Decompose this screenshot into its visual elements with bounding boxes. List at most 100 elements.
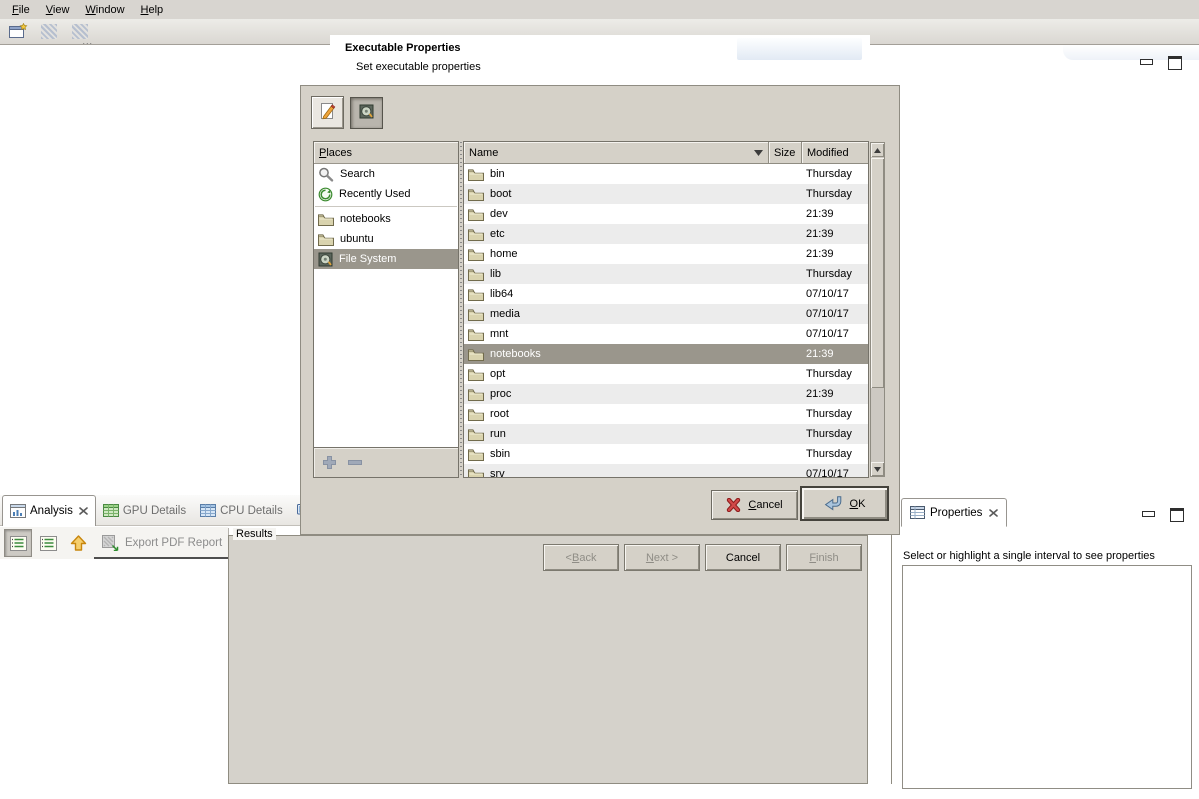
cancel-button[interactable]: Cancel bbox=[711, 490, 798, 520]
pane-resize-grip[interactable] bbox=[460, 142, 462, 476]
gpu-table-icon bbox=[103, 504, 119, 517]
file-row-mnt[interactable]: mnt07/10/17 bbox=[464, 324, 868, 344]
properties-message: Select or highlight a single interval to… bbox=[903, 550, 1155, 562]
close-icon[interactable] bbox=[79, 507, 88, 515]
up-arrow-icon bbox=[70, 535, 87, 551]
list-icon bbox=[10, 536, 27, 551]
file-row-bin[interactable]: binThursday bbox=[464, 164, 868, 184]
minimize-icon[interactable] bbox=[1140, 59, 1153, 65]
new-session-button[interactable] bbox=[6, 21, 30, 43]
scrollbar[interactable] bbox=[870, 142, 885, 477]
place-item-search[interactable]: Search bbox=[314, 164, 458, 184]
tab-properties[interactable]: Properties bbox=[901, 498, 1007, 527]
file-row-home[interactable]: home21:39 bbox=[464, 244, 868, 264]
dropdown-dots-icon: ... bbox=[82, 36, 93, 46]
file-modified-cell: Thursday bbox=[802, 188, 868, 200]
column-header-modified[interactable]: Modified bbox=[802, 142, 868, 164]
disabled-dropdown-tool-button[interactable]: ... bbox=[68, 21, 92, 43]
folder-icon bbox=[468, 268, 484, 281]
place-item-file-system[interactable]: File System bbox=[314, 249, 458, 269]
maximize-icon[interactable] bbox=[1168, 56, 1182, 70]
promote-button[interactable] bbox=[64, 529, 92, 557]
folder-icon bbox=[468, 308, 484, 321]
menu-view[interactable]: View bbox=[38, 2, 78, 18]
place-item-ubuntu[interactable]: ubuntu bbox=[314, 229, 458, 249]
file-name-cell: root bbox=[464, 408, 769, 421]
list-view-button-2[interactable] bbox=[34, 529, 62, 557]
view-sash[interactable] bbox=[891, 535, 892, 784]
properties-table-icon bbox=[910, 506, 925, 519]
wizard-subtitle: Set executable properties bbox=[356, 61, 481, 73]
cancel-button[interactable]: Cancel bbox=[705, 544, 781, 571]
file-name-cell: run bbox=[464, 428, 769, 441]
file-row-notebooks[interactable]: notebooks21:39 bbox=[464, 344, 868, 364]
file-name: notebooks bbox=[490, 348, 541, 360]
file-row-run[interactable]: runThursday bbox=[464, 424, 868, 444]
file-row-root[interactable]: rootThursday bbox=[464, 404, 868, 424]
file-modified-cell: 21:39 bbox=[802, 228, 868, 240]
ok-button[interactable]: OK bbox=[800, 486, 889, 521]
minimize-icon[interactable] bbox=[1142, 511, 1155, 517]
file-row-proc[interactable]: proc21:39 bbox=[464, 384, 868, 404]
file-modified-cell: 21:39 bbox=[802, 208, 868, 220]
tab-analysis[interactable]: Analysis bbox=[2, 495, 96, 526]
tab-cpu-details[interactable]: CPU Details bbox=[193, 496, 290, 525]
menu-help[interactable]: Help bbox=[133, 2, 172, 18]
type-filename-button[interactable] bbox=[311, 96, 344, 129]
location-toggle-button[interactable] bbox=[350, 97, 383, 129]
file-name-cell: dev bbox=[464, 208, 769, 221]
file-row-media[interactable]: media07/10/17 bbox=[464, 304, 868, 324]
tab-gpu-details[interactable]: GPU Details bbox=[96, 496, 193, 525]
column-header-name[interactable]: Name bbox=[464, 142, 769, 164]
place-item-recently-used[interactable]: Recently Used bbox=[314, 184, 458, 204]
folder-icon bbox=[318, 213, 334, 226]
file-name: srv bbox=[490, 468, 505, 478]
list-view-button-1[interactable] bbox=[4, 529, 32, 557]
remove-bookmark-button[interactable] bbox=[348, 460, 362, 465]
disabled-checker-icon bbox=[41, 24, 57, 39]
scroll-down-button[interactable] bbox=[871, 462, 884, 476]
close-icon[interactable] bbox=[989, 509, 998, 517]
next-button[interactable]: Next > bbox=[624, 544, 700, 571]
file-row-dev[interactable]: dev 21:39 bbox=[464, 204, 868, 224]
wizard-button-bar: < BackNext >CancelFinish bbox=[543, 544, 862, 571]
file-name-cell: media bbox=[464, 308, 769, 321]
file-name: lib bbox=[490, 268, 501, 280]
column-header-size[interactable]: Size bbox=[769, 142, 802, 164]
maximize-icon[interactable] bbox=[1170, 508, 1184, 522]
place-item-notebooks[interactable]: notebooks bbox=[314, 209, 458, 229]
red-x-icon bbox=[726, 498, 741, 512]
sort-desc-icon bbox=[754, 150, 763, 156]
file-modified-cell: 07/10/17 bbox=[802, 288, 868, 300]
disabled-tool-button[interactable] bbox=[37, 21, 61, 43]
file-row-sbin[interactable]: sbinThursday bbox=[464, 444, 868, 464]
back-button[interactable]: < Back bbox=[543, 544, 619, 571]
file-row-boot[interactable]: bootThursday bbox=[464, 184, 868, 204]
file-row-opt[interactable]: optThursday bbox=[464, 364, 868, 384]
scroll-up-button[interactable] bbox=[871, 143, 884, 157]
file-row-lib64[interactable]: lib64 07/10/17 bbox=[464, 284, 868, 304]
add-bookmark-button[interactable] bbox=[323, 456, 336, 469]
finish-button[interactable]: Finish bbox=[786, 544, 862, 571]
folder-icon bbox=[468, 428, 484, 441]
results-group-label: Results bbox=[233, 528, 276, 540]
export-pdf-icon bbox=[102, 535, 119, 551]
file-row-srv[interactable]: srv07/10/17 bbox=[464, 464, 868, 478]
file-chooser-dialog: Places SearchRecently Usednotebooksubunt… bbox=[300, 85, 900, 535]
folder-icon bbox=[468, 328, 484, 341]
file-name-cell: bin bbox=[464, 168, 769, 181]
export-pdf-report-button[interactable]: Export PDF Report bbox=[94, 528, 229, 559]
menu-file[interactable]: File bbox=[4, 2, 38, 18]
down-triangle-icon bbox=[874, 463, 881, 475]
file-name: lib64 bbox=[490, 288, 513, 300]
file-row-lib[interactable]: libThursday bbox=[464, 264, 868, 284]
file-list: binThursdaybootThursdaydev21:39etc21:39h… bbox=[464, 164, 868, 478]
menu-window[interactable]: Window bbox=[77, 2, 132, 18]
folder-icon bbox=[468, 208, 484, 221]
file-row-etc[interactable]: etc21:39 bbox=[464, 224, 868, 244]
scrollbar-thumb[interactable] bbox=[871, 158, 884, 388]
places-header[interactable]: Places bbox=[314, 142, 458, 164]
analysis-chart-icon bbox=[10, 504, 26, 518]
file-name: dev bbox=[490, 208, 508, 220]
file-name: home bbox=[490, 248, 518, 260]
